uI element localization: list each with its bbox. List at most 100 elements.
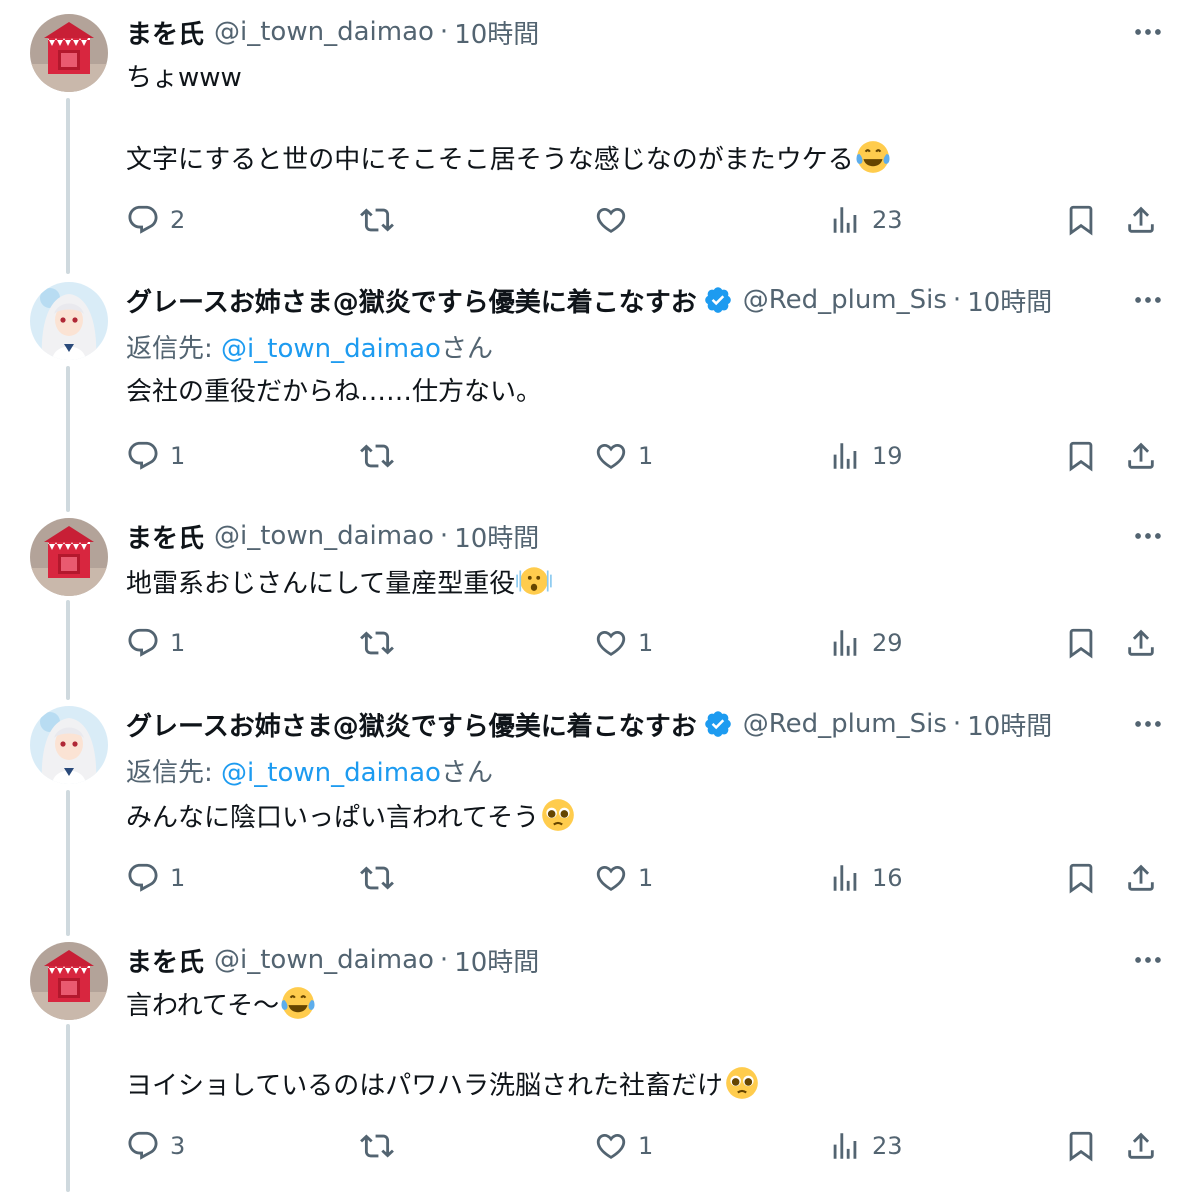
reply-icon: [126, 861, 160, 895]
more-button[interactable]: [1128, 518, 1168, 554]
views-button[interactable]: 23: [828, 1124, 903, 1168]
author-handle[interactable]: @i_town_daimao: [214, 945, 434, 975]
bookmark-button[interactable]: [1064, 856, 1098, 900]
tweet-actions: 2 23: [126, 198, 1166, 242]
author-handle[interactable]: @i_town_daimao: [214, 17, 434, 47]
like-count: 1: [638, 442, 654, 470]
author-handle[interactable]: @i_town_daimao: [214, 521, 434, 551]
views-button[interactable]: 19: [828, 434, 903, 478]
views-button[interactable]: 16: [828, 856, 903, 900]
tweet-text-line: 地雷系おじさんにして量産型重役: [126, 562, 553, 604]
reply-to-mention[interactable]: @i_town_daimao: [221, 758, 441, 788]
retweet-button[interactable]: [360, 198, 394, 242]
views-icon: [828, 626, 862, 660]
share-button[interactable]: [1124, 434, 1158, 478]
more-button[interactable]: [1128, 706, 1168, 742]
bookmark-icon: [1064, 861, 1098, 895]
heart-icon: [594, 439, 628, 473]
bookmark-button[interactable]: [1064, 198, 1098, 242]
tweet-header: グレースお姉さま@獄炎ですら優美に着こなすお @Red_plum_Sis · 1…: [126, 282, 1116, 318]
timestamp[interactable]: 10時間: [967, 282, 1052, 318]
more-button[interactable]: [1128, 282, 1168, 318]
like-count: 1: [638, 629, 654, 657]
like-button[interactable]: 1: [594, 621, 653, 665]
bookmark-button[interactable]: [1064, 1124, 1098, 1168]
shaking-face-emoji: [515, 562, 553, 600]
separator: ·: [439, 17, 449, 47]
bookmark-button[interactable]: [1064, 621, 1098, 665]
views-icon: [828, 439, 862, 473]
views-button[interactable]: 29: [828, 621, 903, 665]
avatar[interactable]: [30, 706, 108, 784]
heart-icon: [594, 1129, 628, 1163]
reply-button[interactable]: 2: [126, 198, 185, 242]
more-button[interactable]: [1128, 14, 1168, 50]
like-count: 1: [638, 864, 654, 892]
reply-count: 1: [170, 442, 186, 470]
more-button[interactable]: [1128, 942, 1168, 978]
share-button[interactable]: [1124, 1124, 1158, 1168]
reply-button[interactable]: 3: [126, 1124, 185, 1168]
like-count: 1: [638, 1132, 654, 1160]
separator: ·: [952, 285, 962, 315]
author-name[interactable]: まを氏: [126, 942, 204, 978]
like-button[interactable]: [594, 198, 628, 242]
reply-count: 3: [170, 1132, 186, 1160]
retweet-button[interactable]: [360, 856, 394, 900]
red-house-avatar-image: [30, 14, 108, 92]
like-button[interactable]: 1: [594, 1124, 653, 1168]
tweet[interactable]: まを氏 @i_town_daimao · 10時間 ちょwww 文字にすると世の…: [0, 0, 1192, 270]
view-count: 19: [872, 442, 903, 470]
retweet-icon: [360, 439, 394, 473]
retweet-button[interactable]: [360, 1124, 394, 1168]
reply-icon: [126, 626, 160, 660]
reply-button[interactable]: 1: [126, 621, 185, 665]
like-button[interactable]: 1: [594, 856, 653, 900]
avatar[interactable]: [30, 518, 108, 596]
laughing-crying-emoji: [854, 138, 892, 176]
tweet-actions: 1 1 29: [126, 621, 1166, 665]
heart-icon: [594, 861, 628, 895]
timestamp[interactable]: 10時間: [967, 706, 1052, 742]
more-icon: [1131, 519, 1165, 553]
retweet-button[interactable]: [360, 434, 394, 478]
tweet[interactable]: まを氏 @i_town_daimao · 10時間 地雷系おじさんにして量産型重…: [0, 504, 1192, 694]
timestamp[interactable]: 10時間: [454, 942, 539, 978]
reply-button[interactable]: 1: [126, 434, 185, 478]
bookmark-button[interactable]: [1064, 434, 1098, 478]
tweet[interactable]: グレースお姉さま@獄炎ですら優美に着こなすお @Red_plum_Sis · 1…: [0, 706, 1192, 928]
views-icon: [828, 203, 862, 237]
author-handle[interactable]: @Red_plum_Sis: [743, 285, 947, 315]
share-icon: [1124, 626, 1158, 660]
tweet[interactable]: グレースお姉さま@獄炎ですら優美に着こなすお @Red_plum_Sis · 1…: [0, 282, 1192, 504]
author-name[interactable]: グレースお姉さま@獄炎ですら優美に着こなすお: [126, 282, 697, 318]
author-handle[interactable]: @Red_plum_Sis: [743, 709, 947, 739]
avatar[interactable]: [30, 14, 108, 92]
author-name[interactable]: まを氏: [126, 14, 204, 50]
avatar[interactable]: [30, 942, 108, 1020]
retweet-button[interactable]: [360, 621, 394, 665]
bookmark-icon: [1064, 203, 1098, 237]
verified-badge-icon: [703, 285, 733, 315]
pleading-face-emoji: [723, 1064, 761, 1102]
tweet-text-line: 文字にすると世の中にそこそこ居そうな感じなのがまたウケる: [126, 138, 892, 180]
author-name[interactable]: まを氏: [126, 518, 204, 554]
timestamp[interactable]: 10時間: [454, 518, 539, 554]
reply-button[interactable]: 1: [126, 856, 185, 900]
more-icon: [1131, 943, 1165, 977]
more-icon: [1131, 707, 1165, 741]
share-icon: [1124, 439, 1158, 473]
avatar[interactable]: [30, 282, 108, 360]
reply-count: 1: [170, 864, 186, 892]
share-button[interactable]: [1124, 856, 1158, 900]
author-name[interactable]: グレースお姉さま@獄炎ですら優美に着こなすお: [126, 706, 697, 742]
timestamp[interactable]: 10時間: [454, 14, 539, 50]
share-button[interactable]: [1124, 621, 1158, 665]
like-button[interactable]: 1: [594, 434, 653, 478]
share-button[interactable]: [1124, 198, 1158, 242]
heart-icon: [594, 203, 628, 237]
tweet[interactable]: まを氏 @i_town_daimao · 10時間 言われてそ〜 ヨイショしてい…: [0, 928, 1192, 1192]
views-button[interactable]: 23: [828, 198, 903, 242]
reply-to-mention[interactable]: @i_town_daimao: [221, 334, 441, 364]
red-house-avatar-image: [30, 518, 108, 596]
